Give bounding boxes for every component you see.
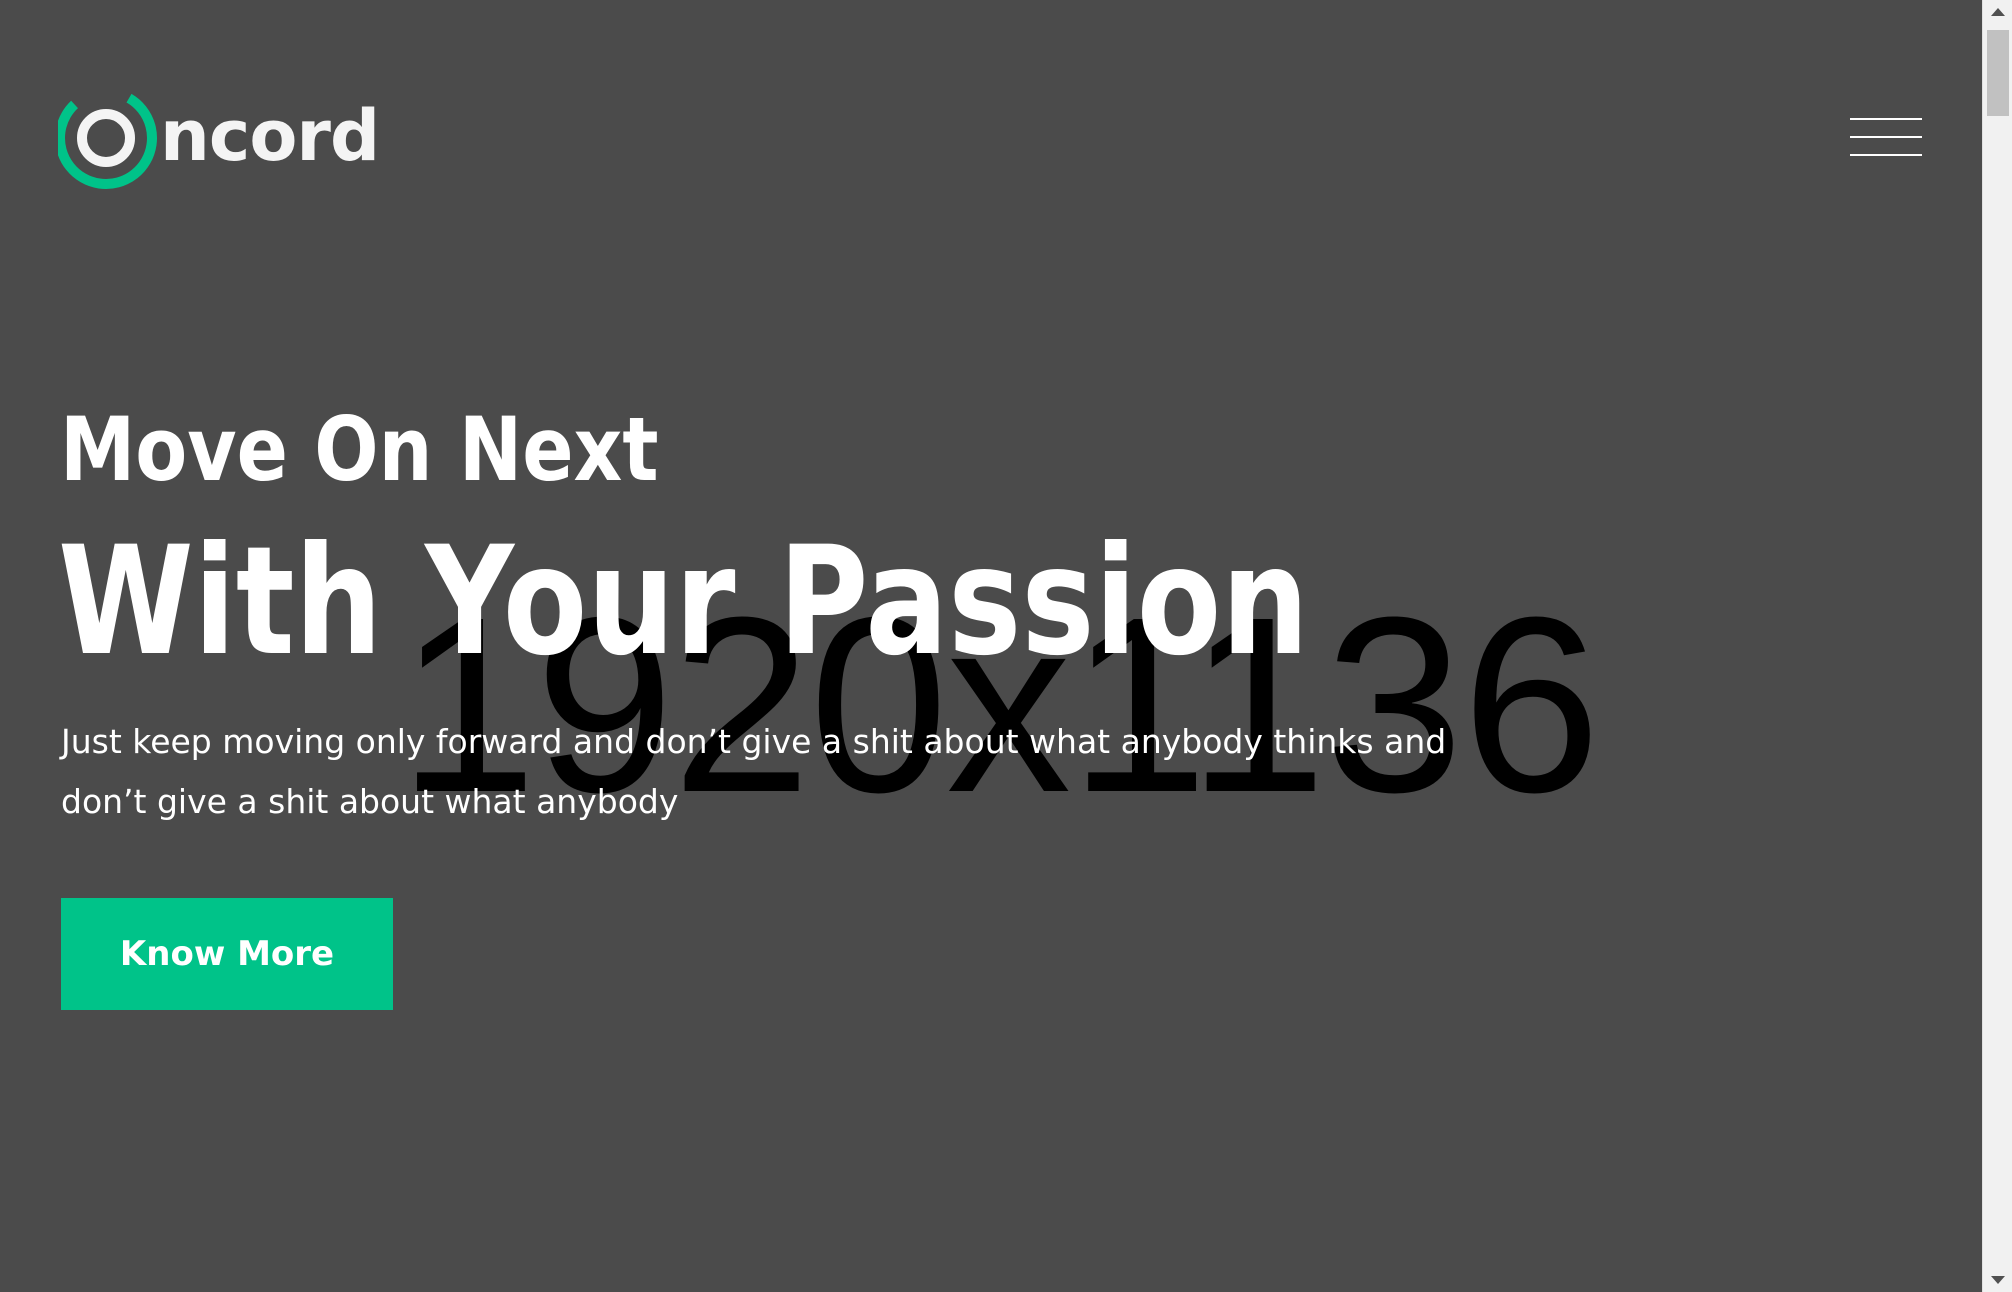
menu-bar-middle: [1850, 136, 1922, 138]
scroll-down-arrow-icon[interactable]: [1991, 1276, 2005, 1284]
vertical-scrollbar[interactable]: [1982, 0, 2012, 1292]
know-more-button[interactable]: Know More: [61, 898, 393, 1010]
ring-logo-icon: [58, 87, 157, 189]
scroll-thumb[interactable]: [1987, 30, 2009, 116]
hero-description: Just keep moving only forward and don’t …: [61, 722, 1447, 821]
hero-title: With Your Passion: [58, 515, 1309, 689]
hero-section: 1920x1136 ncord Move On Next With Your P…: [0, 0, 1982, 1292]
site-logo[interactable]: ncord: [58, 78, 380, 198]
hamburger-menu-icon[interactable]: [1850, 116, 1922, 160]
logo-wordmark: ncord: [160, 95, 380, 177]
menu-bar-bottom: [1850, 154, 1922, 156]
scroll-up-arrow-icon[interactable]: [1991, 8, 2005, 16]
hero-kicker: Move On Next: [60, 398, 659, 501]
menu-bar-top: [1850, 118, 1922, 120]
